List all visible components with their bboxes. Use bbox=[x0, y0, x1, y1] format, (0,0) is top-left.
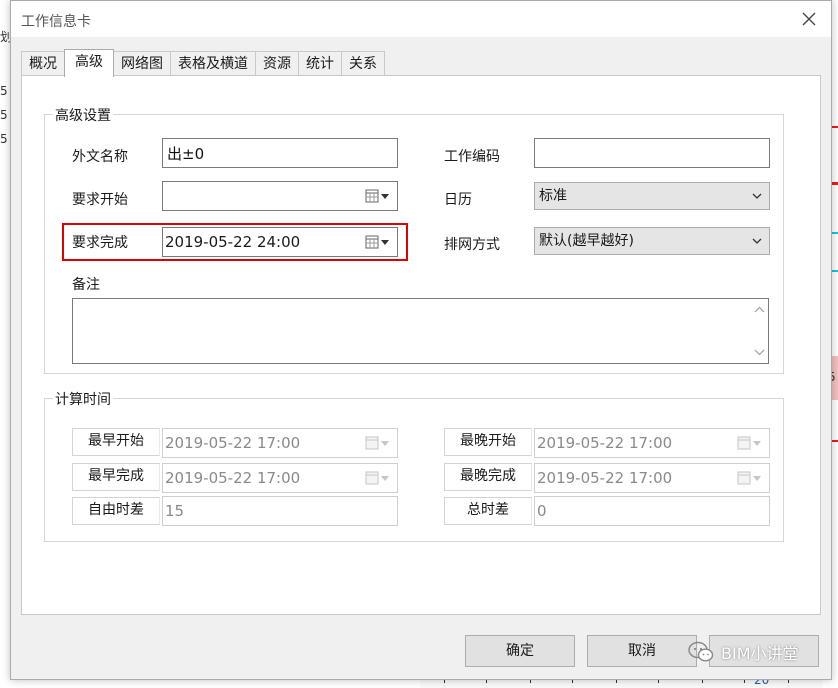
tab-table-gantt[interactable]: 表格及横道 bbox=[170, 51, 256, 77]
tab-resources[interactable]: 资源 bbox=[255, 51, 299, 77]
req-start-datepicker[interactable] bbox=[162, 181, 398, 211]
req-start-label: 要求开始 bbox=[72, 192, 128, 208]
bg-row-fragment: 5 bbox=[0, 108, 8, 122]
early-start-label: 最早开始 bbox=[72, 428, 160, 456]
scheduling-select-value: 默认(越早越好) bbox=[539, 233, 634, 249]
free-float-field: 15 bbox=[162, 496, 398, 526]
work-code-label: 工作编码 bbox=[444, 149, 500, 165]
total-float-label: 总时差 bbox=[444, 497, 532, 525]
calendar-dropdown-icon bbox=[737, 471, 761, 485]
bg-row-fragment: 5 bbox=[0, 84, 8, 98]
close-icon bbox=[802, 12, 816, 26]
calendar-dropdown-icon bbox=[737, 436, 761, 450]
group-title: 计算时间 bbox=[53, 389, 113, 409]
tab-advanced[interactable]: 高级 bbox=[64, 49, 114, 77]
late-finish-value: 2019-05-22 17:00 bbox=[537, 469, 673, 487]
tab-relations[interactable]: 关系 bbox=[341, 51, 385, 77]
cancel-button[interactable]: 取消 bbox=[587, 635, 697, 667]
tab-overview[interactable]: 概况 bbox=[21, 51, 65, 77]
dialog-title: 工作信息卡 bbox=[21, 14, 91, 30]
scroll-up-icon[interactable] bbox=[754, 305, 765, 315]
tab-strip: 概况 高级 网络图 表格及横道 资源 统计 关系 bbox=[21, 49, 385, 77]
late-start-field: 2019-05-22 17:00 bbox=[534, 428, 770, 458]
wechat-icon bbox=[688, 641, 714, 662]
work-code-input[interactable] bbox=[534, 138, 770, 168]
scroll-down-icon[interactable] bbox=[754, 347, 765, 357]
calendar-dropdown-icon bbox=[365, 471, 389, 485]
calendar-select-value: 标准 bbox=[539, 188, 567, 204]
tab-network[interactable]: 网络图 bbox=[113, 51, 171, 77]
ok-button[interactable]: 确定 bbox=[465, 635, 575, 667]
chevron-down-icon bbox=[752, 238, 762, 244]
total-float-value: 0 bbox=[537, 502, 547, 520]
close-button[interactable] bbox=[799, 9, 819, 29]
notes-scrollbar[interactable] bbox=[751, 299, 768, 363]
late-finish-label: 最晚完成 bbox=[444, 463, 532, 491]
watermark-text: BIM小讲堂 bbox=[721, 644, 799, 663]
bg-row-fragment: 5 bbox=[0, 132, 8, 146]
foreign-name-input[interactable] bbox=[162, 138, 398, 168]
notes-label: 备注 bbox=[72, 277, 100, 293]
foreign-name-label: 外文名称 bbox=[72, 149, 128, 165]
req-finish-value: 2019-05-22 24:00 bbox=[165, 233, 301, 251]
early-finish-value: 2019-05-22 17:00 bbox=[165, 469, 301, 487]
notes-textarea[interactable] bbox=[72, 298, 769, 364]
req-finish-datepicker[interactable]: 2019-05-22 24:00 bbox=[162, 227, 398, 257]
total-float-field: 0 bbox=[534, 496, 770, 526]
advanced-tab-panel: 高级设置 外文名称 工作编码 要求开始 日历 标准 要求完成 bbox=[21, 75, 821, 615]
scheduling-label: 排网方式 bbox=[444, 237, 500, 253]
calendar-dropdown-icon[interactable] bbox=[365, 234, 391, 250]
scheduling-select[interactable]: 默认(越早越好) bbox=[534, 227, 770, 255]
early-start-value: 2019-05-22 17:00 bbox=[165, 434, 301, 452]
calendar-label: 日历 bbox=[444, 192, 472, 208]
watermark: BIM小讲堂 bbox=[687, 637, 799, 667]
early-finish-label: 最早完成 bbox=[72, 463, 160, 491]
chevron-down-icon bbox=[752, 193, 762, 199]
free-float-value: 15 bbox=[165, 502, 185, 520]
late-start-value: 2019-05-22 17:00 bbox=[537, 434, 673, 452]
dialog-titlebar[interactable]: 工作信息卡 bbox=[11, 1, 831, 37]
group-title: 高级设置 bbox=[53, 105, 113, 125]
work-info-dialog: 工作信息卡 概况 高级 网络图 表格及横道 资源 统计 关系 高级设置 外文名称… bbox=[10, 0, 832, 680]
early-finish-field: 2019-05-22 17:00 bbox=[162, 463, 398, 493]
early-start-field: 2019-05-22 17:00 bbox=[162, 428, 398, 458]
free-float-label: 自由时差 bbox=[72, 497, 160, 525]
late-start-label: 最晚开始 bbox=[444, 428, 532, 456]
req-finish-label: 要求完成 bbox=[72, 235, 128, 251]
calendar-select[interactable]: 标准 bbox=[534, 182, 770, 210]
calendar-dropdown-icon bbox=[365, 436, 389, 450]
calendar-dropdown-icon[interactable] bbox=[365, 188, 391, 204]
tab-statistics[interactable]: 统计 bbox=[298, 51, 342, 77]
late-finish-field: 2019-05-22 17:00 bbox=[534, 463, 770, 493]
